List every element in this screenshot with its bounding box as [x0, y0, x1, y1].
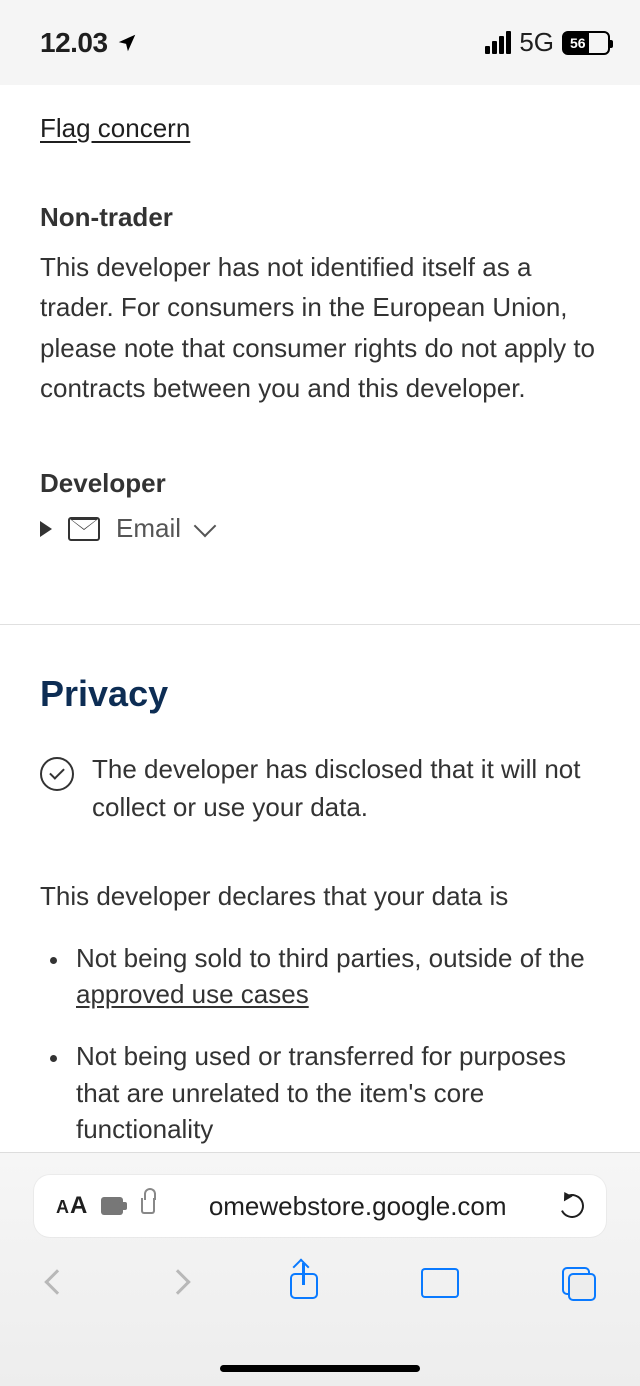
reload-icon[interactable] — [557, 1191, 588, 1222]
flag-concern-link[interactable]: Flag concern — [40, 113, 190, 144]
cellular-signal-icon — [485, 31, 511, 54]
mail-icon — [68, 517, 100, 541]
extensions-icon[interactable] — [101, 1197, 123, 1215]
privacy-disclosure-row: The developer has disclosed that it will… — [40, 751, 600, 826]
text-size-button[interactable]: AA — [56, 1192, 87, 1220]
bookmarks-button[interactable] — [421, 1268, 459, 1296]
browser-toolbar — [0, 1237, 640, 1299]
expand-right-icon — [40, 521, 52, 537]
status-right: 5G 56 — [485, 27, 610, 58]
forward-button[interactable] — [165, 1269, 190, 1294]
lock-icon — [141, 1198, 155, 1214]
developer-email-row[interactable]: Email — [40, 513, 600, 544]
page-content: Flag concern Non-trader This developer h… — [0, 85, 640, 1246]
network-type: 5G — [519, 27, 554, 58]
url-bar[interactable]: AA omewebstore.google.com — [34, 1175, 606, 1237]
email-label: Email — [116, 513, 181, 544]
list-item: Not being used or transferred for purpos… — [70, 1038, 600, 1147]
battery-percent: 56 — [567, 35, 586, 51]
status-bar: 12.03 5G 56 — [0, 0, 640, 85]
list-item-text: Not being sold to third parties, outside… — [76, 943, 585, 973]
approved-use-cases-link[interactable]: approved use cases — [76, 979, 309, 1009]
privacy-disclosure-text: The developer has disclosed that it will… — [92, 751, 600, 826]
back-button[interactable] — [44, 1269, 69, 1294]
non-trader-heading: Non-trader — [40, 202, 600, 233]
section-divider — [0, 624, 640, 625]
list-item-text: Not being used or transferred for purpos… — [76, 1041, 566, 1144]
share-button[interactable] — [290, 1265, 318, 1299]
home-indicator[interactable] — [220, 1365, 420, 1372]
privacy-declare-intro: This developer declares that your data i… — [40, 881, 600, 912]
chevron-down-icon — [194, 514, 217, 537]
tabs-button[interactable] — [562, 1267, 592, 1297]
battery-icon: 56 — [562, 31, 610, 55]
status-time: 12.03 — [40, 27, 108, 59]
browser-chrome: AA omewebstore.google.com — [0, 1152, 640, 1386]
status-left: 12.03 — [40, 27, 138, 59]
privacy-title: Privacy — [40, 673, 600, 715]
list-item: Not being sold to third parties, outside… — [70, 940, 600, 1013]
location-arrow-icon — [116, 32, 138, 54]
url-text[interactable]: omewebstore.google.com — [169, 1191, 546, 1222]
check-circle-icon — [40, 757, 74, 791]
non-trader-body: This developer has not identified itself… — [40, 247, 600, 408]
developer-heading: Developer — [40, 468, 600, 499]
